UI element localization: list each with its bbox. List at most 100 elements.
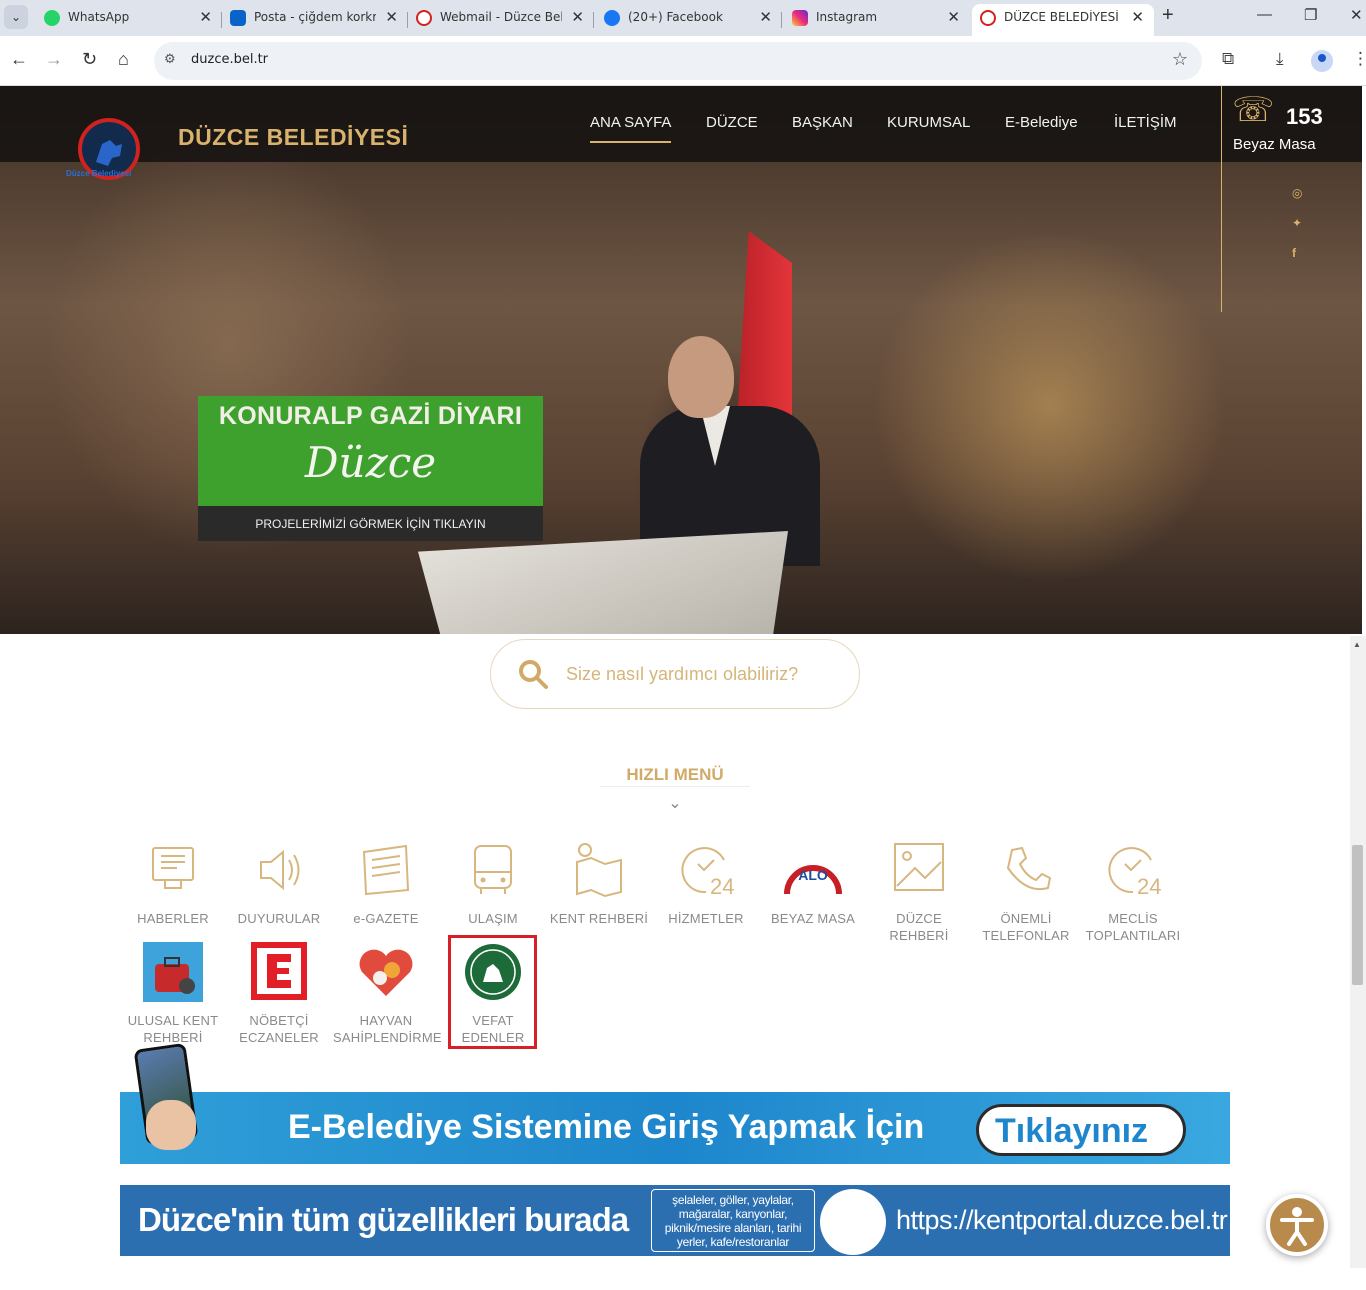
hand-pointer-icon — [820, 1189, 886, 1255]
site-search-box[interactable]: Size nasıl yardımcı olabiliriz? — [490, 639, 860, 709]
highlight-box — [448, 935, 537, 1049]
quick-menu-title: HIZLI MENÜ — [626, 765, 724, 784]
hotline-phone-icon[interactable]: ☏ — [1232, 90, 1278, 134]
tab-duzce-belediyesi[interactable]: DÜZCE BELEDİYESİ ✕ — [972, 4, 1154, 36]
close-tab-icon[interactable]: ✕ — [571, 8, 584, 26]
instagram-icon[interactable]: ◎ — [1292, 186, 1302, 200]
hero-podium-image — [418, 531, 788, 634]
site-title[interactable]: DÜZCE BELEDİYESİ — [178, 124, 408, 151]
close-tab-icon[interactable]: ✕ — [199, 8, 212, 26]
speaker-icon — [260, 849, 300, 891]
twitter-icon[interactable]: ✦ — [1292, 216, 1302, 230]
nav-ana-sayfa[interactable]: ANA SAYFA — [590, 114, 672, 143]
quick-item-label: DUYURULAR — [237, 911, 321, 926]
tab-title: Webmail - Düzce Belediyesi — [440, 10, 562, 24]
outlook-icon — [230, 10, 246, 26]
tab-whatsapp[interactable]: WhatsApp ✕ — [36, 4, 222, 36]
news-computer-icon — [152, 847, 194, 889]
e-belediye-button[interactable]: Tıklayınız — [976, 1104, 1186, 1156]
hero-slider[interactable]: Düzce Belediyesi DÜZCE BELEDİYESİ ANA SA… — [0, 86, 1362, 634]
svg-text:24: 24 — [1137, 874, 1161, 899]
quick-item-label: ÖNEMLİ TELEFONLAR — [982, 911, 1070, 943]
pharmacy-e-icon — [251, 942, 307, 1000]
close-tab-icon[interactable]: ✕ — [1131, 8, 1144, 26]
home-icon[interactable]: ⌂ — [118, 49, 129, 70]
hand-image — [146, 1100, 196, 1150]
quick-item-label: BEYAZ MASA — [770, 911, 856, 926]
tab-title: DÜZCE BELEDİYESİ — [1004, 10, 1119, 24]
tab-separator — [781, 12, 782, 28]
nav-duzce[interactable]: DÜZCE — [706, 114, 758, 131]
promo-title: KONURALP GAZİ DİYARI — [218, 402, 523, 430]
tab-instagram[interactable]: Instagram ✕ — [784, 4, 970, 36]
forward-icon[interactable]: → — [45, 49, 63, 70]
accessibility-person-icon — [1280, 1207, 1314, 1246]
url-text[interactable]: duzce.bel.tr — [191, 52, 268, 67]
tab-separator — [593, 12, 594, 28]
close-tab-icon[interactable]: ✕ — [947, 8, 960, 26]
quick-item-label: NÖBETÇİ ECZANELER — [239, 1013, 319, 1045]
quick-item-label: ULAŞIM — [468, 911, 518, 926]
facebook-icon[interactable]: f — [1292, 246, 1296, 260]
nav-iletisim[interactable]: İLETİŞİM — [1114, 114, 1177, 131]
quick-item-label: e-GAZETE — [353, 911, 419, 926]
hotline-number[interactable]: 153 — [1286, 104, 1323, 130]
new-tab-button[interactable]: + — [1162, 4, 1174, 27]
nav-e-belediye[interactable]: E-Belediye — [1005, 114, 1078, 131]
quick-item-label: HABERLER — [137, 911, 209, 926]
tab-facebook[interactable]: (20+) Facebook ✕ — [596, 4, 782, 36]
facebook-icon — [604, 10, 620, 26]
kent-portal-banner[interactable]: Düzce'nin tüm güzellikleri burada şelale… — [120, 1185, 1230, 1256]
extensions-icon[interactable]: ⧉ — [1222, 49, 1234, 69]
download-icon[interactable]: ⤓ — [1276, 49, 1284, 69]
hotline-label[interactable]: Beyaz Masa — [1233, 136, 1316, 153]
quick-item-label: ULUSAL KENT REHBERİ — [127, 1013, 219, 1045]
chevron-down-icon[interactable]: ⌄ — [665, 793, 685, 813]
back-icon[interactable]: ← — [10, 49, 28, 70]
search-input[interactable]: Size nasıl yardımcı olabiliriz? — [566, 664, 798, 685]
nav-kurumsal[interactable]: KURUMSAL — [887, 114, 970, 131]
kent-portal-banner-text: Düzce'nin tüm güzellikleri burada — [138, 1201, 629, 1238]
browser-tab-bar: ⌄ WhatsApp ✕ Posta - çiğdem korkmaz ✕ We… — [0, 0, 1366, 36]
duzce-logo-icon — [980, 10, 996, 26]
promo-cta-bar[interactable]: PROJELERİMİZİ GÖRMEK İÇİN TIKLAYIN — [198, 506, 543, 541]
menu-kebab-icon[interactable]: ⋮ — [1352, 49, 1366, 69]
map-pin-icon — [576, 843, 622, 898]
logo-caption: Düzce Belediyesi — [66, 169, 132, 178]
kent-portal-url[interactable]: https://kentportal.duzce.bel.tr — [896, 1205, 1228, 1236]
restore-icon[interactable]: ❐ — [1304, 6, 1317, 24]
beyaz-masa-alo-icon: ALO — [784, 865, 842, 895]
quick-item-label: HİZMETLER — [668, 911, 744, 926]
close-window-icon[interactable]: ✕ — [1350, 6, 1363, 24]
accessibility-icon[interactable] — [1266, 1194, 1328, 1256]
quick-menu-divider — [600, 786, 750, 787]
close-tab-icon[interactable]: ✕ — [759, 8, 772, 26]
clock-24-icon: 24 — [681, 847, 734, 899]
tab-search-menu-icon[interactable]: ⌄ — [4, 5, 28, 29]
close-tab-icon[interactable]: ✕ — [385, 8, 398, 26]
instagram-icon — [792, 10, 808, 26]
address-toolbar: ← → ↻ ⌂ ⚙ duzce.bel.tr ☆ ⧉ ⤓ ⋮ — [0, 36, 1366, 86]
profile-avatar-icon[interactable] — [1311, 50, 1333, 72]
quick-item-label: KENT REHBERİ — [549, 911, 649, 926]
scroll-up-arrow-icon[interactable]: ▲ — [1353, 640, 1361, 649]
minimize-icon[interactable]: — — [1257, 6, 1272, 23]
e-belediye-button-label: Tıklayınız — [995, 1112, 1149, 1150]
clock-24-icon: 24 — [1108, 847, 1161, 899]
scrollbar-thumb[interactable] — [1352, 845, 1363, 985]
search-icon[interactable] — [517, 658, 549, 690]
nav-baskan[interactable]: BAŞKAN — [792, 114, 853, 131]
tab-webmail[interactable]: Webmail - Düzce Belediyesi ✕ — [408, 4, 594, 36]
bookmark-star-icon[interactable]: ☆ — [1172, 49, 1188, 70]
image-icon — [894, 843, 944, 891]
tab-posta[interactable]: Posta - çiğdem korkmaz ✕ — [222, 4, 408, 36]
horse-rider-icon — [96, 140, 122, 166]
kent-portal-feature-text: şelaleler, göller, yaylalar, mağaralar, … — [664, 1193, 802, 1249]
e-belediye-banner-text: E-Belediye Sistemine Giriş Yapmak İçin — [288, 1108, 925, 1146]
reload-icon[interactable]: ↻ — [82, 49, 97, 70]
address-bar[interactable]: ⚙ duzce.bel.tr ☆ — [154, 42, 1202, 80]
quick-item-label: HAYVAN SAHİPLENDİRME — [333, 1013, 442, 1045]
site-info-icon[interactable]: ⚙ — [164, 51, 176, 67]
e-belediye-banner[interactable]: E-Belediye Sistemine Giriş Yapmak İçin T… — [120, 1092, 1230, 1164]
promo-script: Düzce — [304, 438, 437, 487]
